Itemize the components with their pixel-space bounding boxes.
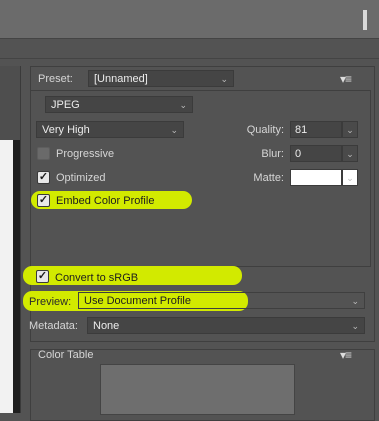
preset-value: [Unnamed] <box>94 73 148 85</box>
blur-label: Blur: <box>261 148 284 160</box>
top-toolbar <box>0 0 379 39</box>
matte-swatch[interactable] <box>290 169 342 186</box>
convert-srgb-checkbox[interactable]: ✓ <box>36 270 49 283</box>
optimized-checkbox[interactable]: ✓ <box>37 171 50 184</box>
chevron-down-icon: ⌄ <box>220 74 228 84</box>
preview-label: Preview: <box>29 296 72 308</box>
metadata-value: None <box>93 320 120 332</box>
preset-dropdown[interactable]: [Unnamed] ⌄ <box>88 70 234 87</box>
check-icon: ✓ <box>37 270 48 282</box>
chevron-down-icon: ⌄ <box>346 149 354 159</box>
convert-srgb-label: Convert to sRGB <box>55 272 139 284</box>
toolbar-divider <box>0 58 379 59</box>
chevron-down-icon: ⌄ <box>351 296 359 306</box>
quality-label: Quality: <box>246 124 284 136</box>
preview-image <box>0 140 13 413</box>
blur-slider-toggle[interactable]: ⌄ <box>342 145 358 162</box>
metadata-label: Metadata: <box>29 320 78 332</box>
quality-preset-dropdown[interactable]: Very High ⌄ <box>36 121 184 138</box>
chevron-down-icon: ⌄ <box>179 100 187 110</box>
matte-label: Matte: <box>253 172 284 184</box>
preview-value: Use Document Profile <box>84 295 191 307</box>
format-dropdown[interactable]: JPEG ⌄ <box>45 96 193 113</box>
quality-input[interactable]: 81 <box>290 121 342 138</box>
quality-preset-value: Very High <box>42 124 90 136</box>
progressive-label: Progressive <box>56 148 115 160</box>
color-table-title: Color Table <box>38 349 94 361</box>
window-control[interactable] <box>363 10 367 30</box>
preview-dropdown[interactable]: Use Document Profile ⌄ <box>78 292 365 309</box>
panel-menu-icon[interactable]: ▾≡ <box>340 72 352 86</box>
check-icon: ✓ <box>38 194 49 206</box>
preview-image-edge <box>13 140 20 413</box>
check-icon: ✓ <box>38 171 49 183</box>
progressive-checkbox[interactable] <box>37 147 50 160</box>
chevron-down-icon: ⌄ <box>351 321 359 331</box>
embed-profile-label: Embed Color Profile <box>56 195 155 207</box>
chevron-down-icon: ⌄ <box>346 125 354 135</box>
quality-slider-toggle[interactable]: ⌄ <box>342 121 358 138</box>
optimized-label: Optimized <box>56 172 106 184</box>
chevron-down-icon: ⌄ <box>170 125 178 135</box>
blur-input[interactable]: 0 <box>290 145 342 162</box>
preset-label: Preset: <box>38 73 73 85</box>
color-table-menu-icon[interactable]: ▾≡ <box>340 348 352 362</box>
embed-profile-checkbox[interactable]: ✓ <box>37 194 50 207</box>
matte-dropdown-toggle[interactable]: ⌄ <box>342 169 358 186</box>
format-value: JPEG <box>51 99 80 111</box>
chevron-down-icon: ⌄ <box>346 173 354 183</box>
color-table-swatches <box>100 364 295 415</box>
metadata-dropdown[interactable]: None ⌄ <box>87 317 365 334</box>
